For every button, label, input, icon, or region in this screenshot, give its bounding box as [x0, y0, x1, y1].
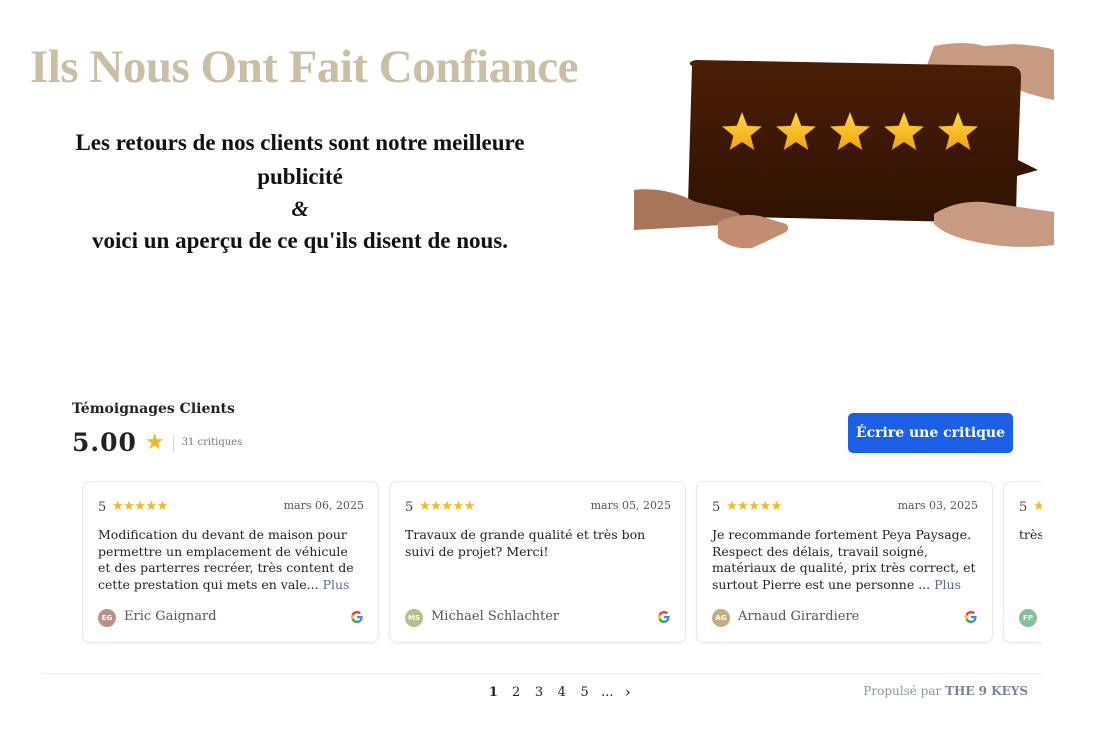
review-author: Arnaud Girardiere [738, 609, 860, 624]
review-author: Michael Schlachter [431, 609, 560, 624]
review-date: mars 05, 2025 [590, 499, 671, 512]
review-text-block: Je recommande fortement Peya Paysage. Re… [712, 527, 977, 593]
review-card: 5 ★★★★★ très une FP [1003, 481, 1042, 643]
write-review-button[interactable]: Écrire une critique [848, 413, 1013, 453]
hero-ampersand: & [291, 196, 309, 221]
pagination: 1 2 3 4 5 ... › [482, 683, 631, 701]
google-icon [657, 611, 670, 623]
review-text: Modification du devant de maison pour pe… [98, 527, 354, 592]
hero-intro: Les retours de nos clients sont notre me… [40, 126, 560, 258]
avatar: AG [712, 609, 730, 627]
google-icon [964, 611, 977, 623]
review-stars: ★★★★★ [419, 499, 475, 514]
powered-by: Propulsé par THE 9 KEYS [863, 684, 1028, 698]
divider [172, 433, 174, 452]
review-score: 5 [712, 500, 721, 515]
read-more-link[interactable]: Plus [323, 577, 350, 592]
hero-intro-line2: voici un aperçu de ce qu'ils disent de n… [92, 228, 508, 253]
hero-intro-line1: Les retours de nos clients sont notre me… [75, 130, 525, 189]
review-card: 5 ★★★★★ mars 06, 2025 Modification du de… [82, 481, 379, 643]
page-title: Ils Nous Ont Fait Confiance [30, 41, 578, 93]
review-score: 5 [405, 500, 414, 515]
review-text-block: très une [1019, 527, 1042, 544]
widget-title: Témoignages Clients [72, 401, 235, 417]
review-date: mars 03, 2025 [897, 499, 978, 512]
review-count: 31 critiques [181, 437, 243, 448]
page-3-link[interactable]: 3 [528, 685, 551, 700]
review-date: mars 06, 2025 [283, 499, 364, 512]
chevron-right-icon[interactable]: › [625, 683, 631, 701]
google-icon [350, 611, 363, 623]
review-author: Eric Gaignard [124, 609, 217, 624]
review-text-block: Travaux de grande qualité et très bon su… [405, 527, 670, 560]
five-star-sign-image [634, 43, 1054, 249]
star-icon: ★ [144, 429, 165, 455]
page-4-link[interactable]: 4 [550, 685, 573, 700]
avatar: EG [98, 609, 116, 627]
review-text: très une [1019, 527, 1042, 542]
review-stars: ★★★★★ [112, 499, 168, 514]
page-5-link[interactable]: 5 [573, 685, 596, 700]
rating-value: 5.00 [72, 428, 137, 457]
review-stars: ★★★★★ [726, 499, 782, 514]
avatar: FP [1019, 609, 1037, 627]
avatar: MS [405, 609, 423, 627]
review-text-block: Modification du devant de maison pour pe… [98, 527, 363, 593]
review-stars: ★★★★★ [1033, 499, 1042, 514]
powered-by-label: Propulsé par [863, 684, 942, 698]
page-ellipsis: ... [601, 684, 614, 700]
overall-rating: 5.00 ★ 31 critiques [72, 428, 242, 457]
review-score: 5 [98, 500, 107, 515]
page-2-link[interactable]: 2 [505, 685, 528, 700]
read-more-link[interactable]: Plus [934, 577, 961, 592]
brand-link[interactable]: THE 9 KEYS [945, 684, 1028, 698]
divider [42, 673, 1044, 674]
page-1-link[interactable]: 1 [482, 685, 505, 700]
review-score: 5 [1019, 500, 1028, 515]
reviews-carousel[interactable]: 5 ★★★★★ mars 06, 2025 Modification du de… [82, 481, 1042, 647]
review-card: 5 ★★★★★ mars 05, 2025 Travaux de grande … [389, 481, 686, 643]
review-card: 5 ★★★★★ mars 03, 2025 Je recommande fort… [696, 481, 993, 643]
review-text: Travaux de grande qualité et très bon su… [405, 527, 646, 559]
